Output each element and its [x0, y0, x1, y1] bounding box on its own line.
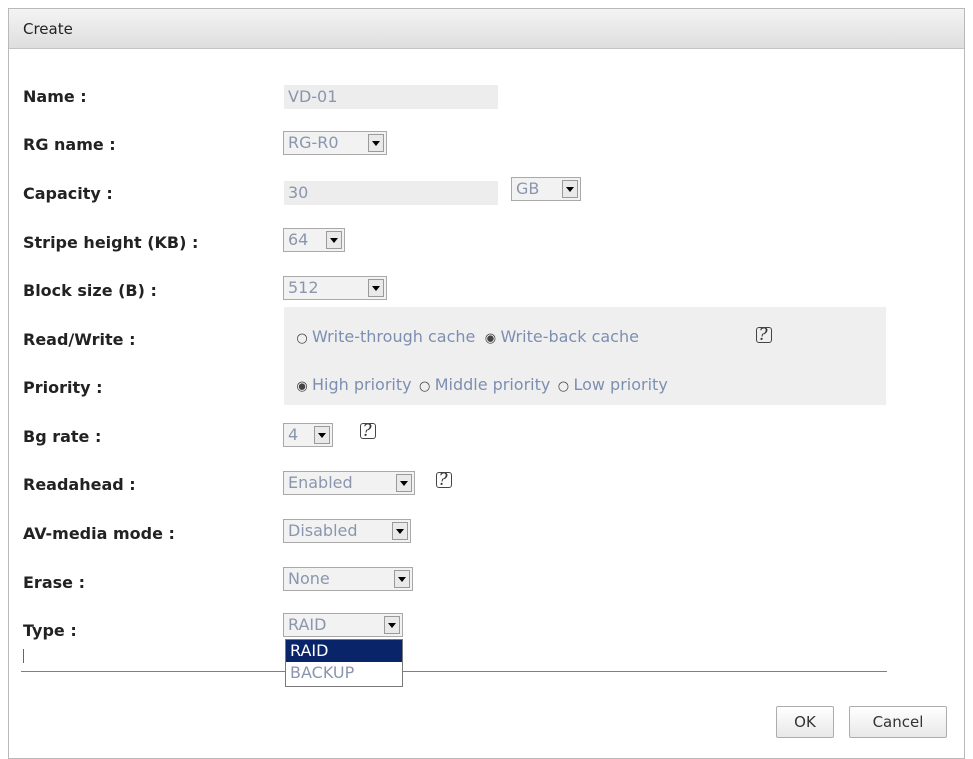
cancel-button[interactable]: Cancel	[849, 706, 947, 738]
chevron-down-icon[interactable]	[392, 522, 408, 540]
low-priority-label: Low priority	[573, 375, 668, 394]
type-select[interactable]: RAID	[283, 613, 403, 637]
bg-rate-label: Bg rate :	[23, 427, 102, 446]
name-label: Name :	[23, 87, 87, 106]
capacity-unit-select[interactable]: GB	[511, 177, 581, 201]
priority-label: Priority :	[23, 378, 103, 397]
stripe-height-value: 64	[288, 230, 309, 249]
rg-name-select[interactable]: RG-R0	[283, 131, 387, 155]
readahead-select[interactable]: Enabled	[283, 471, 415, 495]
erase-label: Erase :	[23, 573, 85, 592]
chevron-down-icon[interactable]	[396, 474, 412, 492]
av-media-mode-label: AV-media mode :	[23, 524, 175, 543]
ok-button[interactable]: OK	[776, 706, 834, 738]
chevron-down-icon[interactable]	[368, 279, 384, 297]
text-cursor	[23, 649, 24, 663]
radio-checked-icon[interactable]: ◉	[484, 331, 496, 346]
capacity-label: Capacity :	[23, 184, 113, 203]
capacity-input[interactable]: 30	[284, 181, 498, 205]
stripe-height-label: Stripe height (KB) :	[23, 233, 199, 252]
erase-value: None	[288, 569, 330, 588]
radio-write-back[interactable]: ◉ Write-back cache	[484, 327, 639, 346]
radio-low-priority[interactable]: ○ Low priority	[557, 375, 668, 394]
av-media-mode-value: Disabled	[288, 521, 358, 540]
write-through-label: Write-through cache	[312, 327, 476, 346]
radio-unchecked-icon[interactable]: ○	[419, 379, 431, 394]
chevron-down-icon[interactable]	[394, 570, 410, 588]
help-icon[interactable]: ?	[357, 421, 377, 441]
bg-rate-value: 4	[288, 425, 299, 444]
dialog-title: Create	[9, 9, 964, 49]
chevron-down-icon[interactable]	[562, 180, 578, 198]
chevron-down-icon[interactable]	[314, 426, 330, 444]
readahead-label: Readahead :	[23, 475, 136, 494]
capacity-unit-value: GB	[516, 179, 540, 198]
read-write-options: ○ Write-through cache ◉ Write-back cache	[296, 327, 639, 346]
radio-middle-priority[interactable]: ○ Middle priority	[419, 375, 551, 394]
type-label: Type :	[23, 621, 77, 640]
read-write-label: Read/Write :	[23, 330, 136, 349]
type-value: RAID	[288, 615, 327, 634]
block-size-select[interactable]: 512	[283, 276, 387, 300]
bg-rate-select[interactable]: 4	[283, 423, 333, 447]
av-media-mode-select[interactable]: Disabled	[283, 519, 411, 543]
radio-checked-icon[interactable]: ◉	[296, 379, 308, 394]
divider	[21, 671, 887, 672]
priority-options: ◉ High priority ○ Middle priority ○ Low pri…	[296, 375, 668, 394]
dropdown-option-raid[interactable]: RAID	[286, 640, 402, 662]
help-icon[interactable]: ?	[433, 470, 453, 490]
readahead-value: Enabled	[288, 473, 353, 492]
rg-name-value: RG-R0	[288, 133, 339, 152]
radio-high-priority[interactable]: ◉ High priority	[296, 375, 412, 394]
write-back-label: Write-back cache	[500, 327, 639, 346]
block-size-label: Block size (B) :	[23, 281, 157, 300]
dropdown-option-backup[interactable]: BACKUP	[286, 662, 402, 684]
erase-select[interactable]: None	[283, 567, 413, 591]
chevron-down-icon[interactable]	[368, 134, 384, 152]
high-priority-label: High priority	[312, 375, 412, 394]
block-size-value: 512	[288, 278, 319, 297]
name-input[interactable]: VD-01	[284, 85, 498, 109]
rg-name-label: RG name :	[23, 135, 116, 154]
stripe-height-select[interactable]: 64	[283, 228, 345, 252]
radio-unchecked-icon[interactable]: ○	[557, 379, 569, 394]
middle-priority-label: Middle priority	[434, 375, 551, 394]
chevron-down-icon[interactable]	[326, 231, 342, 249]
type-dropdown-list: RAID BACKUP	[285, 639, 403, 687]
radio-unchecked-icon[interactable]: ○	[296, 331, 308, 346]
help-icon[interactable]: ?	[753, 325, 773, 345]
radio-write-through[interactable]: ○ Write-through cache	[296, 327, 475, 346]
create-dialog: Create Name : VD-01 RG name : RG-R0 Capa…	[8, 8, 965, 759]
chevron-down-icon[interactable]	[384, 616, 400, 634]
